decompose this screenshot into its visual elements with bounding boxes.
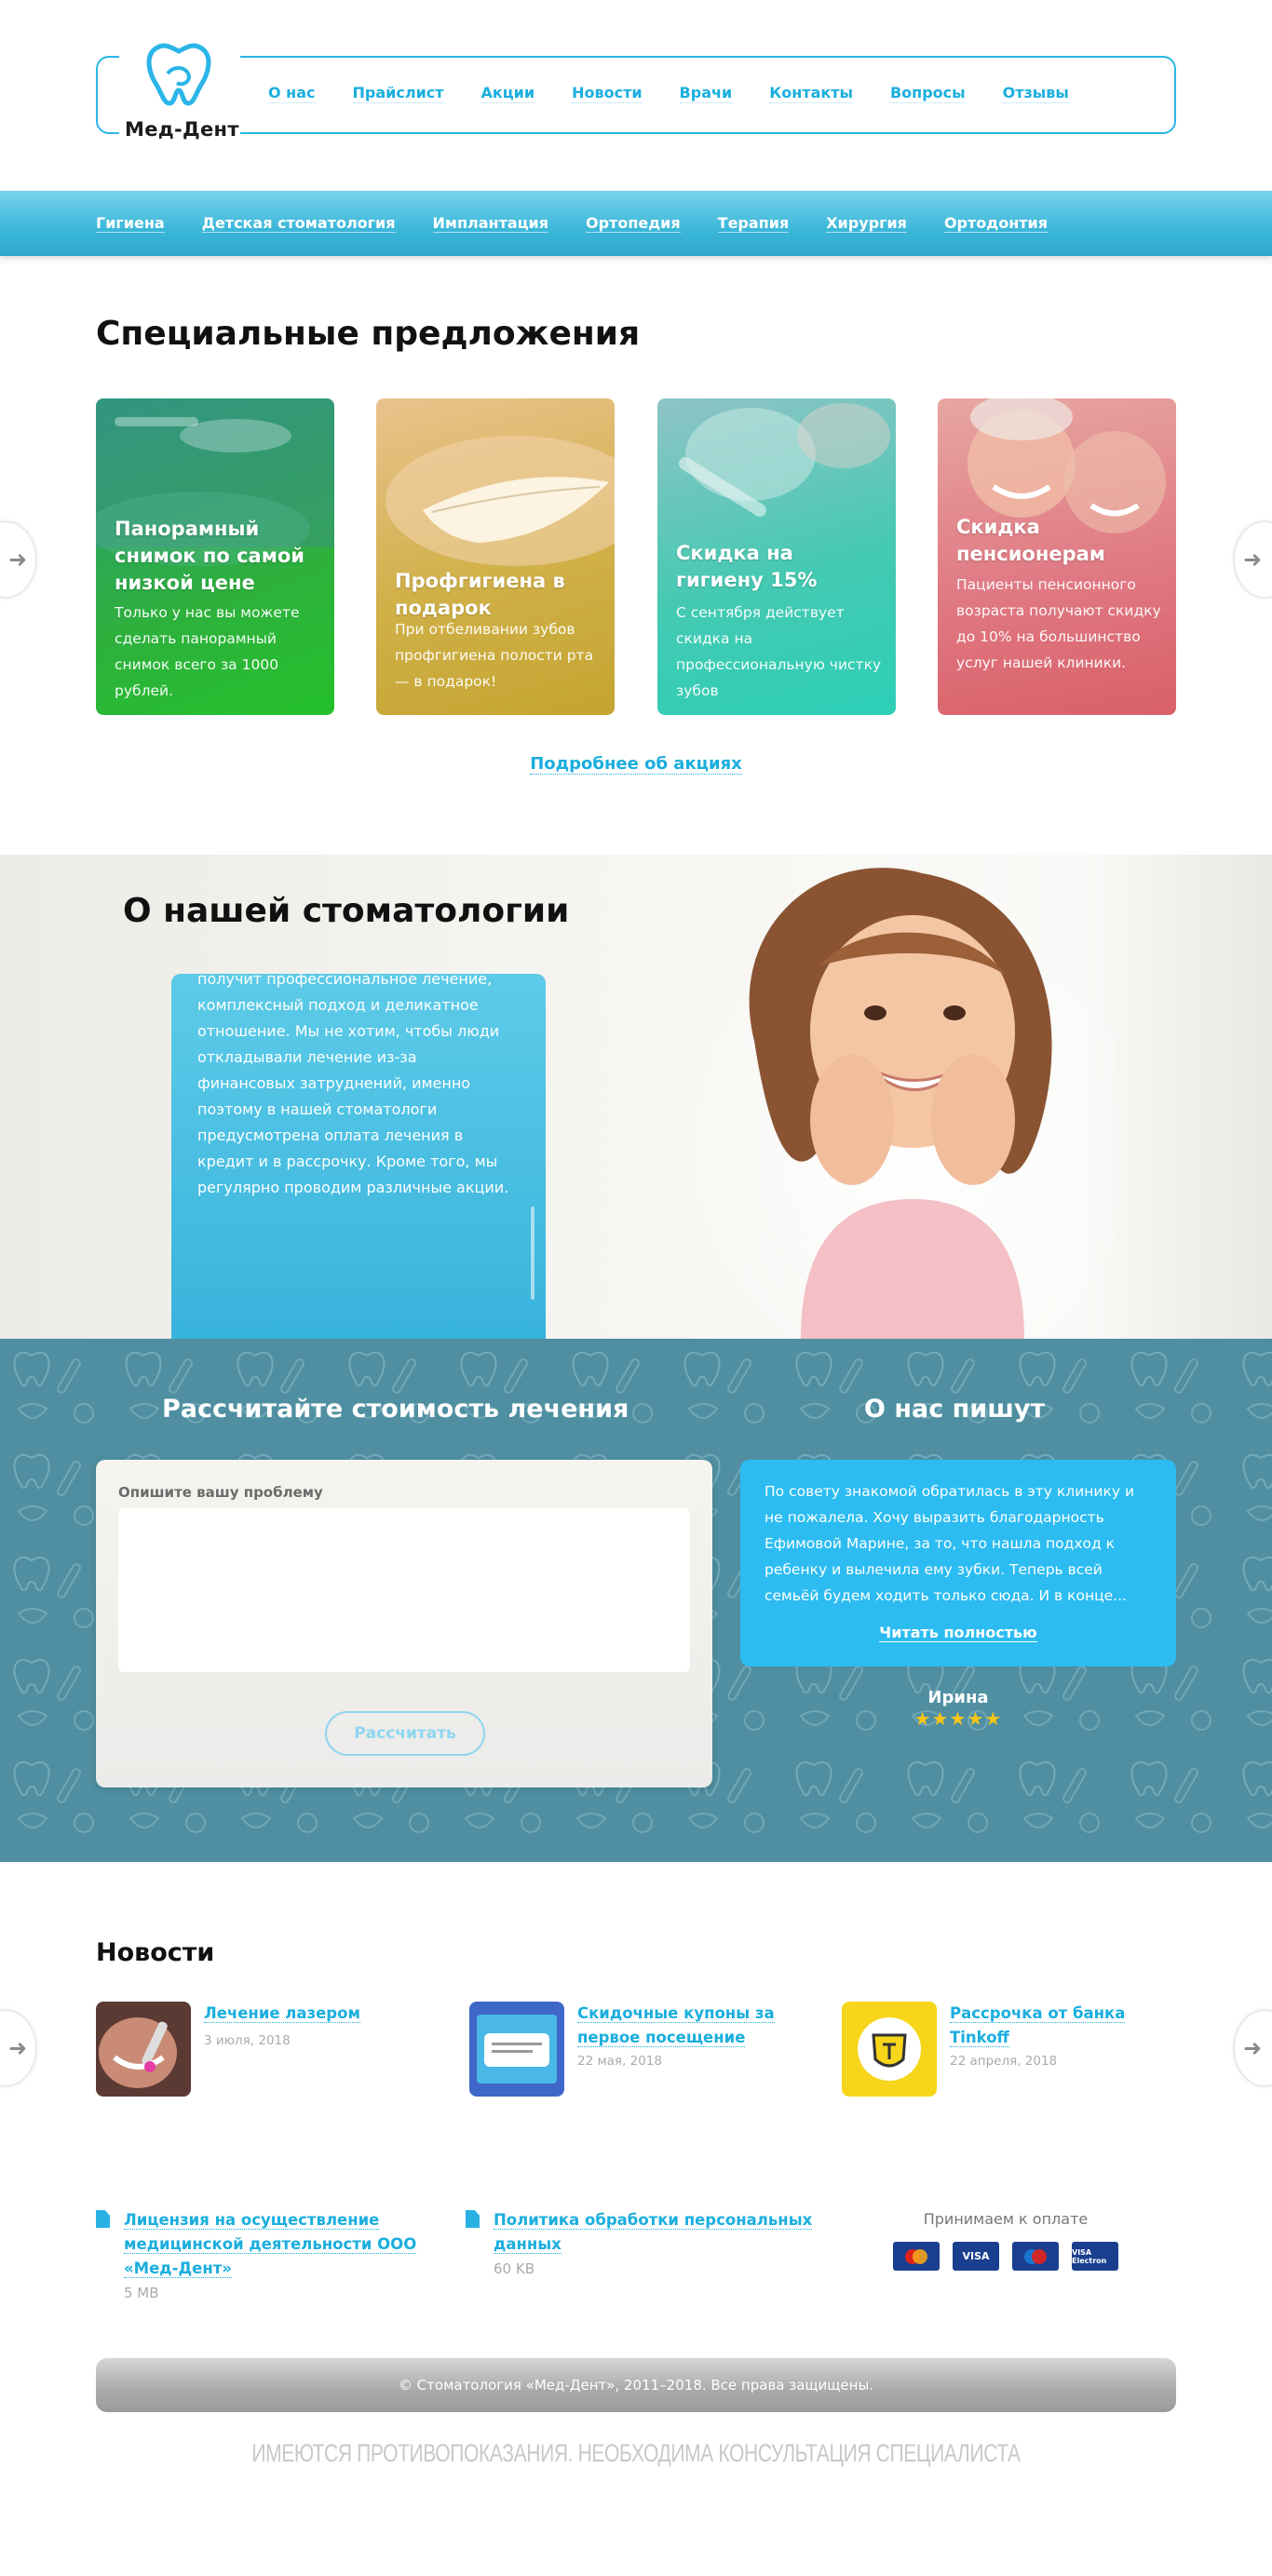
review-text: По совету знакомой обратилась в эту клин… — [765, 1483, 1135, 1604]
calc-section: Рассчитайте стоимость лечения О нас пишу… — [0, 1339, 1272, 1862]
news-prev-button[interactable]: ➜ — [0, 2011, 35, 2085]
service-surgery[interactable]: Хирургия — [826, 214, 907, 233]
doc-privacy-link[interactable]: Политика обработки персональных данных — [494, 2211, 813, 2254]
offer-card-pensioners[interactable]: Скидка пенсионерам Пациенты пенсионного … — [938, 398, 1176, 715]
offer-title: Скидка на гигиену 15% — [676, 542, 818, 591]
calc-form: Опишите вашу проблему Рассчитать — [96, 1460, 712, 1787]
site-header: Мед-Дент О нас Прайслист Акции Новости В… — [0, 0, 1272, 191]
calculate-button[interactable]: Рассчитать — [325, 1711, 485, 1756]
news-title-link[interactable]: Лечение лазером — [204, 2004, 360, 2023]
calc-title: Рассчитайте стоимость лечения — [162, 1395, 629, 1423]
news-title-link[interactable]: Рассрочка от банка Tinkoff — [950, 2004, 1126, 2047]
service-hygiene[interactable]: Гигиена — [96, 214, 165, 233]
about-text-card[interactable]: получит профессиональное лечение, компле… — [171, 974, 546, 1339]
arrow-right-icon: ➜ — [1242, 2035, 1263, 2061]
maestro-icon — [1012, 2242, 1059, 2271]
calc-label: Опишите вашу проблему — [118, 1484, 323, 1501]
tooth-icon — [146, 43, 211, 106]
offer-title: Профгигиена в подарок — [395, 570, 565, 619]
nav-contacts[interactable]: Контакты — [769, 84, 853, 103]
offer-title: Панорамный снимок по самой низкой цене — [115, 518, 305, 594]
news-next-button[interactable]: ➜ — [1235, 2011, 1272, 2085]
mastercard-icon — [893, 2242, 940, 2271]
doc-license-link[interactable]: Лицензия на осуществление медицинской де… — [124, 2211, 417, 2278]
main-nav: О нас Прайслист Акции Новости Врачи Конт… — [268, 84, 1069, 103]
service-implantation[interactable]: Имплантация — [432, 214, 549, 233]
document-icon — [96, 2210, 110, 2228]
arrow-left-icon: ➜ — [7, 546, 28, 573]
news-thumb-tinkoff — [842, 2002, 937, 2097]
offer-text: Только у нас вы можете сделать панорамны… — [115, 604, 300, 699]
news-thumb-laser — [96, 2002, 191, 2097]
offer-text: С сентября действует скидка на профессио… — [676, 604, 882, 699]
girl-photo — [689, 868, 1117, 1339]
about-text: получит профессиональное лечение, компле… — [197, 974, 509, 1196]
visa-electron-icon: VISA Electron — [1072, 2242, 1118, 2271]
arrow-right-icon: ➜ — [1242, 546, 1263, 573]
about-title: О нашей стоматологии — [123, 892, 570, 930]
services-bar: Гигиена Детская стоматология Имплантация… — [0, 191, 1272, 256]
nav-questions[interactable]: Вопросы — [889, 84, 966, 103]
service-pediatric[interactable]: Детская стоматология — [201, 214, 396, 233]
arrow-left-icon: ➜ — [7, 2035, 28, 2061]
more-offers-link[interactable]: Подробнее об акциях — [530, 754, 742, 775]
news-item[interactable]: Рассрочка от банка Tinkoff 22 апреля, 20… — [842, 2002, 1177, 2104]
news-thumb-coupons — [469, 2002, 564, 2097]
press-title: О нас пишут — [864, 1395, 1046, 1423]
offers-title: Специальные предложения — [96, 315, 641, 353]
news-item[interactable]: Скидочные купоны за первое посещение 22 … — [469, 2002, 805, 2104]
news-title: Новости — [96, 1938, 215, 1967]
service-orthopedics[interactable]: Ортопедия — [586, 214, 681, 233]
visa-icon: VISA — [953, 2242, 999, 2271]
offer-title: Скидка пенсионерам — [956, 516, 1105, 565]
service-therapy[interactable]: Терапия — [717, 214, 790, 233]
medical-disclaimer: ИМЕЮТСЯ ПРОТИВОПОКАЗАНИЯ. НЕОБХОДИМА КОН… — [251, 2439, 1021, 2467]
offer-card-hygiene-gift[interactable]: Профгигиена в подарок При отбеливании зу… — [376, 398, 615, 715]
nav-news[interactable]: Новости — [572, 84, 643, 103]
news-item[interactable]: Лечение лазером 3 июля, 2018 — [96, 2002, 431, 2104]
news-date: 3 июля, 2018 — [204, 2033, 291, 2048]
problem-textarea[interactable] — [118, 1508, 690, 1672]
about-scrollbar[interactable] — [531, 1207, 535, 1300]
document-icon — [466, 2210, 480, 2228]
offer-text: Пациенты пенсионного возраста получают с… — [956, 576, 1161, 671]
nav-reviews[interactable]: Отзывы — [1002, 84, 1069, 103]
news-date: 22 апреля, 2018 — [950, 2054, 1058, 2069]
offer-text: При отбеливании зубов профгигиена полост… — [395, 621, 594, 690]
read-more-link[interactable]: Читать полностью — [879, 1624, 1037, 1642]
copyright-bar: © Стоматология «Мед-Дент», 2011–2018. Вс… — [96, 2358, 1176, 2412]
offers-next-button[interactable]: ➜ — [1235, 522, 1272, 597]
offer-card-hygiene-discount[interactable]: Скидка на гигиену 15% С сентября действу… — [657, 398, 896, 715]
star-rating: ★★★★★ — [913, 1707, 1003, 1730]
service-orthodontics[interactable]: Ортодонтия — [943, 214, 1048, 233]
nav-doctors[interactable]: Врачи — [679, 84, 733, 103]
offers-prev-button[interactable]: ➜ — [0, 522, 35, 597]
review-card: По совету знакомой обратилась в эту клин… — [740, 1460, 1176, 1666]
nav-pricelist[interactable]: Прайслист — [352, 84, 444, 103]
offer-card-panoramic[interactable]: Панорамный снимок по самой низкой цене Т… — [96, 398, 334, 715]
news-title-link[interactable]: Скидочные купоны за первое посещение — [577, 2004, 775, 2047]
about-section: О нашей стоматологии получит профессиона… — [0, 855, 1272, 1339]
nav-about[interactable]: О нас — [268, 84, 316, 103]
payment-label: Принимаем к оплате — [923, 2210, 1089, 2228]
doc-size: 5 MB — [124, 2285, 159, 2301]
logo-text: Мед-Дент — [125, 118, 239, 141]
doc-size: 60 KB — [494, 2260, 535, 2277]
nav-promotions[interactable]: Акции — [480, 84, 535, 103]
logo[interactable]: Мед-Дент — [119, 42, 240, 144]
review-author: Ирина — [927, 1688, 989, 1707]
news-date: 22 мая, 2018 — [577, 2054, 662, 2069]
